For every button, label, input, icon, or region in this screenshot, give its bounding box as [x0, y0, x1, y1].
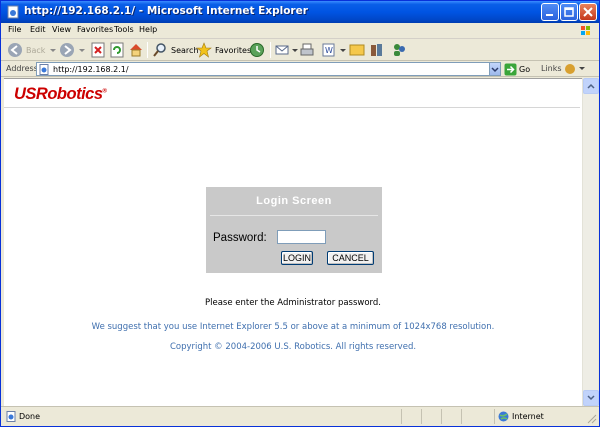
links-label[interactable]: Links: [541, 64, 562, 73]
history-icon: [250, 43, 264, 57]
address-label: Address: [6, 64, 38, 73]
messenger-button[interactable]: [391, 41, 407, 59]
history-button[interactable]: [249, 41, 265, 59]
login-panel: Login Screen Password: LOGIN CANCEL: [206, 187, 382, 273]
cancel-button[interactable]: CANCEL: [327, 251, 374, 265]
mail-icon: [275, 45, 289, 55]
menu-tools[interactable]: Tools: [114, 25, 134, 34]
window-title: http://192.168.2.1/ - Microsoft Internet…: [24, 5, 308, 17]
favorites-label: Favorites: [215, 45, 252, 55]
status-text: Done: [19, 412, 41, 421]
close-window-button[interactable]: [579, 3, 597, 21]
edit-button[interactable]: W: [321, 41, 347, 59]
admin-password-message: Please enter the Administrator password.: [204, 298, 381, 308]
security-zone: Internet: [498, 409, 544, 424]
password-input[interactable]: [277, 230, 326, 244]
links-menu-button[interactable]: [564, 62, 586, 79]
scroll-up-button[interactable]: [583, 78, 599, 94]
menu-file[interactable]: File: [8, 25, 21, 34]
back-button[interactable]: Back: [7, 41, 57, 59]
chevron-down-icon: [50, 49, 57, 52]
zone-label: Internet: [512, 412, 544, 421]
refresh-icon: [110, 42, 124, 58]
search-icon: [153, 43, 166, 57]
resize-grip-icon[interactable]: [585, 412, 597, 424]
messenger-icon: [394, 44, 405, 56]
password-label: Password:: [213, 232, 267, 244]
favorites-button[interactable]: Favorites: [196, 41, 251, 59]
vertical-scrollbar[interactable]: [582, 78, 599, 406]
login-button[interactable]: LOGIN: [281, 251, 313, 265]
browser-window: http://192.168.2.1/ - Microsoft Internet…: [0, 0, 600, 427]
page-icon: [39, 64, 49, 75]
header-divider: [4, 107, 580, 108]
chevron-down-icon: [79, 49, 85, 52]
address-dropdown-button[interactable]: [489, 63, 500, 75]
menu-bar: File Edit View Favorites Tools Help: [1, 23, 599, 39]
address-bar: Address http://192.168.2.1/ Go Links: [1, 61, 599, 77]
address-input[interactable]: http://192.168.2.1/: [36, 62, 501, 76]
chevron-down-icon: [340, 49, 346, 52]
search-button[interactable]: Search: [152, 41, 198, 59]
forward-arrow-icon: [60, 43, 74, 57]
mail-button[interactable]: [275, 41, 299, 59]
go-button[interactable]: Go: [504, 62, 530, 76]
menu-favorites[interactable]: Favorites: [77, 25, 113, 34]
usrobotics-logo: USRobotics®: [14, 85, 107, 103]
word-doc-icon: W: [322, 43, 335, 57]
maximize-button[interactable]: [560, 3, 578, 21]
print-icon: [300, 43, 314, 56]
home-icon: [130, 44, 142, 57]
discuss-button[interactable]: [349, 41, 365, 59]
back-label: Back: [26, 45, 46, 55]
ie-page-icon: [7, 5, 19, 19]
stop-button[interactable]: [90, 41, 106, 59]
menu-edit[interactable]: Edit: [30, 25, 46, 34]
menu-help[interactable]: Help: [139, 25, 157, 34]
print-button[interactable]: [299, 41, 315, 59]
logo-text: USRobotics: [14, 85, 103, 103]
copyright-notice: Copyright © 2004-2006 U.S. Robotics. All…: [169, 342, 417, 352]
scroll-down-button[interactable]: [583, 390, 599, 406]
login-divider: [210, 215, 378, 216]
address-url: http://192.168.2.1/: [53, 65, 129, 74]
chevron-down-icon: [587, 395, 595, 401]
windows-logo-icon: [581, 26, 590, 35]
search-label: Search: [171, 45, 199, 55]
research-button[interactable]: [369, 41, 385, 59]
minimize-button[interactable]: [541, 3, 559, 21]
chevron-up-icon: [587, 83, 595, 89]
forward-button[interactable]: [59, 41, 86, 59]
back-arrow-icon: [8, 43, 22, 57]
page-done-icon: [6, 411, 16, 422]
go-arrow-icon: [504, 63, 517, 75]
chevron-down-icon: [292, 49, 298, 52]
star-icon: [196, 42, 212, 58]
go-label: Go: [519, 64, 531, 74]
status-bar: Done Internet: [1, 406, 599, 426]
toolbar: Back Search Favorites W: [1, 39, 599, 61]
chevron-down-icon: [491, 67, 499, 73]
research-icon: [371, 44, 382, 56]
login-title: Login Screen: [256, 195, 332, 207]
browser-suggestion: We suggest that you use Internet Explore…: [91, 322, 495, 332]
menu-view[interactable]: View: [52, 25, 71, 34]
stop-icon: [91, 42, 105, 58]
refresh-button[interactable]: [109, 41, 125, 59]
title-bar[interactable]: http://192.168.2.1/ - Microsoft Internet…: [1, 1, 599, 23]
page-content: USRobotics® Login Screen Password: LOGIN…: [4, 78, 582, 406]
discuss-icon: [349, 44, 365, 56]
home-button[interactable]: [128, 41, 144, 59]
svg-text:W: W: [325, 46, 333, 55]
norton-icon: [565, 64, 585, 74]
globe-icon: [498, 411, 509, 422]
